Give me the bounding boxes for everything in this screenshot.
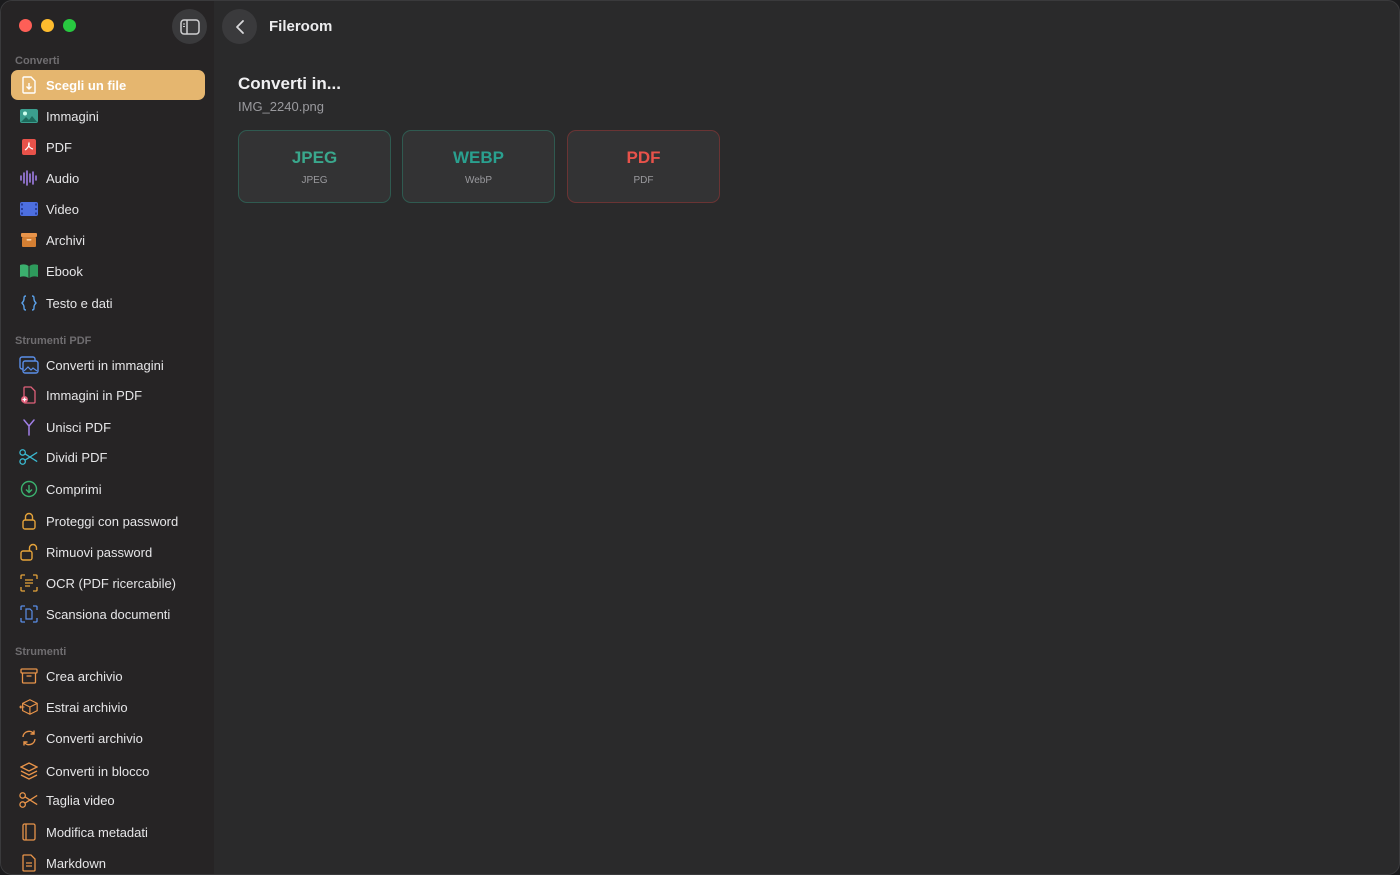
sidebar-item-label: OCR (PDF ricercabile) (46, 575, 177, 591)
sidebar-item-immagini-in-pdf[interactable]: Immagini in PDF (11, 380, 205, 410)
sidebar-item-label: Archivi (46, 232, 86, 248)
archive-box-icon (19, 230, 39, 250)
curly-braces-icon (19, 293, 39, 313)
format-card-title: WEBP (453, 147, 504, 167)
sidebar-item-archivi[interactable]: Archivi (11, 225, 205, 255)
sidebar-item-label: Immagini in PDF (46, 387, 143, 403)
compress-icon (19, 479, 39, 499)
sidebar-item-label: Ebook (46, 263, 83, 279)
format-card-subtitle: JPEG (301, 174, 328, 186)
doc-plus-icon (19, 385, 39, 405)
format-card-title: JPEG (291, 147, 338, 167)
sidebar-item-label: PDF (46, 139, 72, 155)
window-title: Fileroom (269, 18, 333, 35)
sidebar-item-label: Converti archivio (46, 730, 143, 746)
sidebar-item-label: Testo e dati (46, 295, 113, 311)
sidebar-item-proteggi-con-password[interactable]: Proteggi con password (11, 506, 205, 536)
unlock-icon (19, 542, 39, 562)
section-label-converti: Converti (15, 55, 60, 67)
sidebar-item-label: Converti in immagini (46, 357, 164, 373)
scissors-icon (19, 447, 39, 467)
sidebar-item-taglia-video[interactable]: Taglia video (11, 785, 205, 815)
format-card-subtitle: PDF (633, 174, 654, 186)
file-download-icon (19, 75, 39, 95)
book-icon (19, 261, 39, 281)
sidebar-item-label: Proteggi con password (46, 513, 179, 529)
sidebar-item-label: Scansiona documenti (46, 606, 171, 622)
sidebar-item-label: Immagini (46, 108, 99, 124)
sidebar-item-label: Dividi PDF (46, 449, 108, 465)
photo-stack-icon (19, 355, 39, 375)
sidebar-item-label: Audio (46, 170, 80, 186)
sidebar-item-label: Converti in blocco (46, 763, 150, 779)
sidebar-item-immagini[interactable]: Immagini (11, 101, 205, 131)
sidebar-item-scegli-un-file[interactable]: Scegli un file (11, 70, 205, 100)
sidebar-item-converti-in-blocco[interactable]: Converti in blocco (11, 756, 205, 786)
pdf-icon (19, 137, 39, 157)
format-card-subtitle: WebP (464, 174, 493, 186)
book-edit-icon (19, 822, 39, 842)
sidebar-item-label: Taglia video (46, 792, 115, 808)
sidebar-item-converti-in-immagini[interactable]: Converti in immagini (11, 350, 205, 380)
page-title: Converti in... (238, 74, 341, 93)
sidebar-item-label: Modifica metadati (46, 824, 148, 840)
section-label-strumenti-pdf: Strumenti PDF (15, 335, 92, 347)
sidebar-item-scansiona-documenti[interactable]: Scansiona documenti (11, 599, 205, 629)
refresh-icon (19, 728, 39, 748)
format-card-title: PDF (626, 147, 661, 167)
scissors-video-icon (19, 790, 39, 810)
back-button[interactable] (222, 9, 257, 44)
image-icon (19, 106, 39, 126)
sidebar-item-label: Markdown (46, 855, 106, 871)
sidebar-item-pdf[interactable]: PDF (11, 132, 205, 162)
sidebar-item-dividi-pdf[interactable]: Dividi PDF (11, 442, 205, 472)
sidebar: Converti Scegli un file Immagini PDF Aud… (1, 1, 214, 874)
close-window-button[interactable] (19, 19, 32, 32)
sidebar-item-label: Scegli un file (46, 77, 127, 93)
sidebar-item-converti-archivio[interactable]: Converti archivio (11, 723, 205, 753)
sidebar-item-label: Rimuovi password (46, 544, 153, 560)
text-scan-icon (19, 573, 39, 593)
film-icon (19, 199, 39, 219)
layers-icon (19, 761, 39, 781)
merge-icon (19, 417, 39, 437)
zoom-window-button[interactable] (63, 19, 76, 32)
sidebar-item-modifica-metadati[interactable]: Modifica metadati (11, 817, 205, 847)
sidebar-item-audio[interactable]: Audio (11, 163, 205, 193)
minimize-window-button[interactable] (41, 19, 54, 32)
app-window: Converti Scegli un file Immagini PDF Aud… (0, 0, 1400, 875)
sidebar-item-estrai-archivio[interactable]: Estrai archivio (11, 692, 205, 722)
sidebar-item-label: Estrai archivio (46, 699, 128, 715)
archive-create-icon (19, 666, 39, 686)
sidebar-item-comprimi[interactable]: Comprimi (11, 474, 205, 504)
sidebar-item-testo-e-dati[interactable]: Testo e dati (11, 288, 205, 318)
sidebar-item-ebook[interactable]: Ebook (11, 256, 205, 286)
doc-scan-icon (19, 604, 39, 624)
sidebar-toggle-button[interactable] (172, 9, 207, 44)
window-controls (19, 19, 76, 32)
sidebar-item-label: Video (46, 201, 80, 217)
format-card-webp[interactable]: WEBP WebP (402, 130, 555, 203)
chevron-left-icon (235, 19, 244, 34)
sidebar-item-label: Comprimi (46, 481, 102, 497)
format-card-pdf[interactable]: PDF PDF (567, 130, 720, 203)
format-card-jpeg[interactable]: JPEG JPEG (238, 130, 391, 203)
markdown-doc-icon (19, 853, 39, 873)
sidebar-item-label: Crea archivio (46, 668, 123, 684)
sidebar-icon (179, 18, 200, 35)
section-label-strumenti: Strumenti (15, 646, 67, 658)
sidebar-item-unisci-pdf[interactable]: Unisci PDF (11, 412, 205, 442)
sidebar-item-video[interactable]: Video (11, 194, 205, 224)
package-extract-icon (19, 697, 39, 717)
sidebar-item-ocr[interactable]: OCR (PDF ricercabile) (11, 568, 205, 598)
file-name: IMG_2240.png (238, 99, 325, 114)
lock-icon (19, 511, 39, 531)
sidebar-item-label: Unisci PDF (46, 419, 112, 435)
sidebar-item-crea-archivio[interactable]: Crea archivio (11, 661, 205, 691)
sidebar-item-rimuovi-password[interactable]: Rimuovi password (11, 537, 205, 567)
sidebar-item-markdown[interactable]: Markdown (11, 848, 205, 874)
waveform-icon (19, 168, 39, 188)
